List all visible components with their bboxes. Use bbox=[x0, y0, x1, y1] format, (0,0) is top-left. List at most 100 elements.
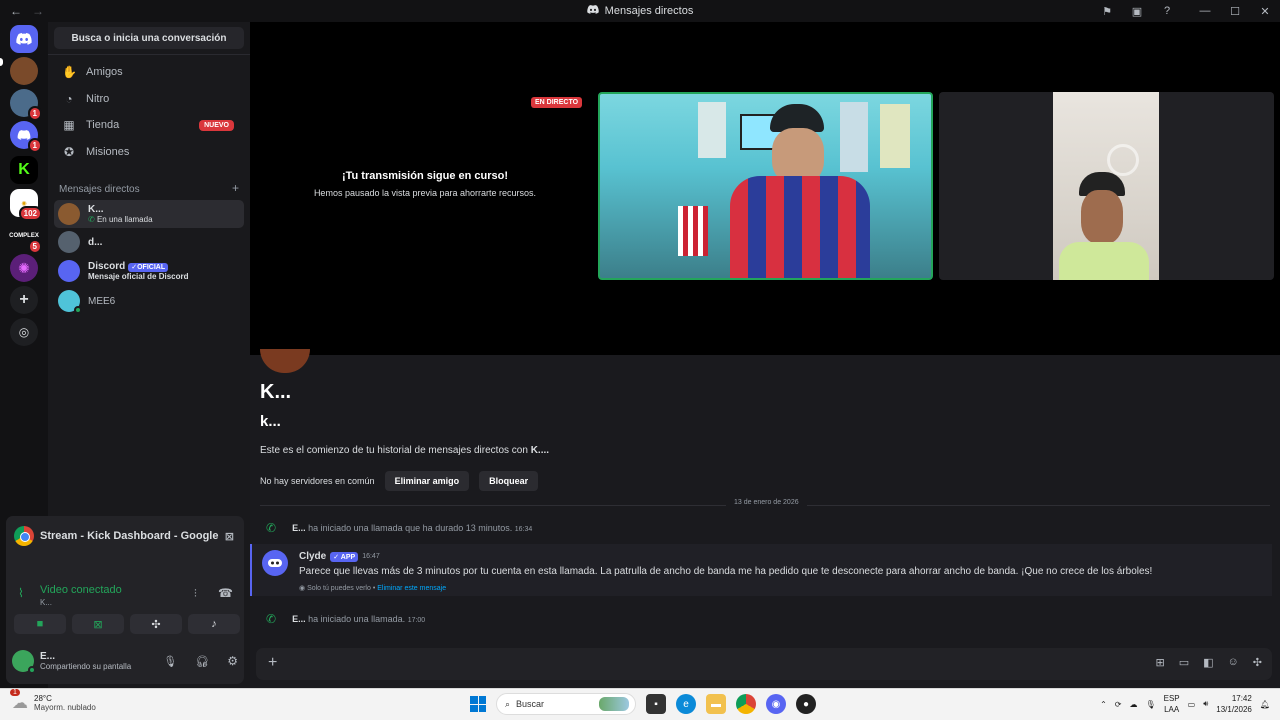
connection-signal-icon[interactable]: ⌇ bbox=[18, 586, 24, 600]
in-call-phone-icon: ✆ bbox=[88, 215, 97, 224]
maximize-button[interactable]: ☐ bbox=[1220, 5, 1250, 18]
gear-icon[interactable]: ⚙ bbox=[227, 654, 238, 668]
message-author[interactable]: Clyde bbox=[299, 551, 326, 562]
close-button[interactable]: ✕ bbox=[1250, 5, 1280, 18]
apps-icon[interactable]: ✣ bbox=[1253, 656, 1262, 669]
file-explorer-icon[interactable]: ▬ bbox=[706, 694, 726, 714]
search-placeholder: Buscar bbox=[516, 699, 545, 709]
chrome-icon[interactable] bbox=[736, 694, 756, 714]
server-3-icon[interactable]: 1 bbox=[10, 121, 42, 153]
server-kick-icon[interactable]: K bbox=[10, 156, 38, 184]
windows-start-icon[interactable] bbox=[470, 696, 486, 712]
minimize-button[interactable]: — bbox=[1190, 5, 1220, 17]
dm-item-discord[interactable]: Discord ✓OFICIAL Mensaje oficial de Disco… bbox=[54, 257, 244, 285]
edge-icon[interactable]: e bbox=[676, 694, 696, 714]
notification-bell-icon[interactable]: 🔔︎ bbox=[1260, 700, 1270, 709]
server-complex-icon[interactable]: COMPLEX 5 bbox=[9, 222, 42, 254]
participant-video-tile[interactable] bbox=[939, 92, 1274, 280]
activities-button[interactable]: ✣ bbox=[130, 614, 182, 634]
poster bbox=[698, 102, 726, 158]
sys-text: ha iniciado una llamada. bbox=[308, 614, 406, 624]
sticker-icon[interactable]: ◧ bbox=[1203, 656, 1213, 669]
nav-quests[interactable]: ✪ Misiones bbox=[54, 140, 244, 164]
onedrive-icon[interactable]: ☁ bbox=[1129, 700, 1137, 709]
screen-share-icon: ⊠ bbox=[93, 618, 103, 631]
chevron-up-icon[interactable]: ⌃ bbox=[1100, 700, 1107, 709]
live-badge: EN DIRECTO bbox=[531, 97, 583, 108]
discord-taskbar-icon[interactable]: ◉ bbox=[766, 694, 786, 714]
activities-icon: ✣ bbox=[151, 618, 161, 631]
dm-item-d[interactable]: d... bbox=[54, 228, 244, 256]
server-7-icon[interactable]: ✺ bbox=[10, 254, 38, 282]
obs-icon[interactable]: ● bbox=[796, 694, 816, 714]
delete-message-link[interactable]: Eliminar este mensaje bbox=[377, 585, 446, 592]
weather-badge: 1 bbox=[10, 689, 20, 696]
phone-icon: ✆ bbox=[266, 612, 277, 626]
stream-title: Stream - Kick Dashboard - Google ... bbox=[40, 530, 219, 542]
back-arrow-icon[interactable]: ← bbox=[10, 4, 22, 18]
sync-icon[interactable]: ⟳ bbox=[1115, 700, 1122, 709]
screen-share-button[interactable]: ⊠ bbox=[72, 614, 124, 634]
stop-stream-icon[interactable]: ⊠ bbox=[225, 530, 234, 543]
noise-suppression-icon[interactable]: ⫶ bbox=[194, 588, 197, 601]
shirt bbox=[1059, 242, 1149, 280]
message-clyde[interactable]: Clyde ✓ APP 16:47 Parece que llevas más … bbox=[250, 544, 1272, 596]
chat-area: K... k... Este es el comienzo de tu hist… bbox=[250, 349, 1280, 688]
microphone-icon[interactable]: 🎙︎ bbox=[1145, 700, 1155, 709]
clock[interactable]: 17:42 13/1/2026 bbox=[1216, 693, 1252, 715]
paused-preview: ¡Tu transmisión sigue en curso! Hemos pa… bbox=[270, 170, 580, 198]
avatar[interactable] bbox=[12, 650, 36, 674]
call-stage: ¡Tu transmisión sigue en curso! Hemos pa… bbox=[250, 22, 1280, 355]
volume-icon[interactable]: 🔊︎ bbox=[1203, 699, 1208, 709]
gift-icon[interactable]: ⊞ bbox=[1156, 656, 1165, 669]
date-divider: 13 de enero de 2026 bbox=[260, 499, 1270, 506]
forward-arrow-icon[interactable]: → bbox=[32, 4, 44, 18]
server-102-icon[interactable]: ◉ 102 bbox=[10, 189, 42, 221]
emoji-icon[interactable]: ☺ bbox=[1228, 656, 1239, 669]
discord-home-icon[interactable] bbox=[10, 25, 38, 53]
online-status bbox=[28, 666, 36, 674]
discover-compass-icon[interactable]: ◎ bbox=[10, 318, 38, 346]
discord-logo-icon bbox=[586, 5, 599, 17]
language-indicator[interactable]: ESP LAA bbox=[1164, 693, 1180, 715]
disconnect-icon[interactable]: ☎ bbox=[218, 586, 233, 600]
nav-nitro[interactable]: ◔ Nitro bbox=[54, 87, 244, 111]
microphone-icon[interactable]: 🎙︎ bbox=[163, 655, 177, 668]
soundboard-button[interactable]: ♪ bbox=[188, 614, 240, 634]
remove-friend-button[interactable]: Eliminar amigo bbox=[384, 471, 470, 491]
nav-nitro-label: Nitro bbox=[86, 93, 110, 105]
task-view-icon[interactable]: ▪ bbox=[646, 694, 666, 714]
gif-icon[interactable]: ▭ bbox=[1179, 656, 1189, 669]
dm-item-mee6[interactable]: MEE6 bbox=[54, 287, 244, 315]
nav-friends[interactable]: ✋ Amigos bbox=[54, 60, 244, 84]
attach-plus-icon[interactable]: + bbox=[268, 654, 277, 672]
dm-name: Discord bbox=[88, 261, 126, 272]
add-server-icon[interactable]: + bbox=[10, 286, 38, 314]
create-dm-icon[interactable]: + bbox=[232, 181, 239, 195]
user-status: Compartiendo su pantalla bbox=[40, 662, 132, 671]
help-icon[interactable]: ? bbox=[1152, 5, 1182, 17]
camera-button[interactable]: ■ bbox=[14, 614, 66, 634]
inbox-flag-icon[interactable]: ⚑ bbox=[1092, 5, 1122, 18]
phone-icon: ✆ bbox=[266, 521, 277, 535]
headphones-icon[interactable]: 🎧︎ bbox=[195, 655, 209, 668]
participant-video-tile[interactable] bbox=[598, 92, 933, 280]
dm-sub: Mensaje oficial de Discord bbox=[88, 272, 189, 281]
dm-item-k[interactable]: K... ✆ En una llamada bbox=[54, 200, 244, 228]
divider bbox=[48, 54, 250, 55]
nav-store[interactable]: ▦ Tienda NUEVO bbox=[54, 113, 244, 137]
network-icon[interactable]: ▭ bbox=[1188, 700, 1196, 709]
message-body: Parece que llevas más de 3 minutos por t… bbox=[299, 566, 1153, 577]
message-composer[interactable]: + ⊞ ▭ ◧ ☺ ✣ bbox=[256, 648, 1272, 680]
intro-name: K.... bbox=[530, 445, 550, 456]
screen-share-icon[interactable]: ▣ bbox=[1122, 5, 1152, 18]
weather-widget[interactable]: ☁ 1 28°C Mayorm. nublado bbox=[10, 689, 96, 713]
server-2-icon[interactable]: 1 bbox=[10, 89, 42, 121]
taskbar-search[interactable]: ⌕ Buscar bbox=[496, 693, 636, 715]
ephemeral-note: Solo tú puedes verlo • bbox=[307, 585, 376, 592]
block-button[interactable]: Bloquear bbox=[479, 471, 539, 491]
server-1-icon[interactable] bbox=[10, 57, 38, 85]
clyde-avatar[interactable] bbox=[262, 550, 288, 576]
search-conversation-button[interactable]: Busca o inicia una conversación bbox=[54, 27, 244, 49]
unread-pill bbox=[0, 58, 3, 66]
